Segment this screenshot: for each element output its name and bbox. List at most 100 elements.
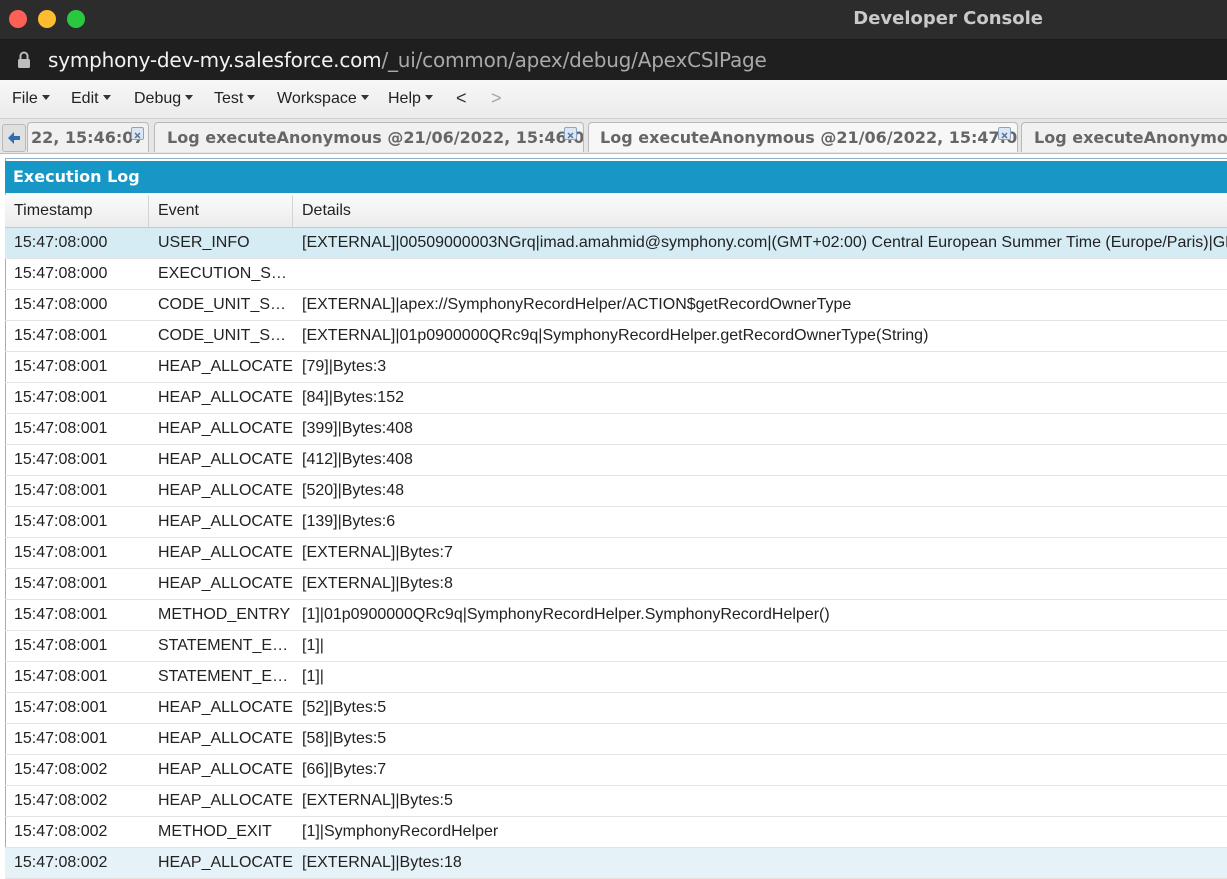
table-row[interactable]: 15:47:08:001 HEAP_ALLOCATE [EXTERNAL]|Byte… <box>5 569 1227 600</box>
menu-workspace[interactable]: Workspace <box>277 90 369 108</box>
table-row[interactable]: 15:47:08:001 HEAP_ALLOCATE [84]|Bytes:152 <box>5 383 1227 414</box>
event-cell: HEAP_ALLOCATE <box>158 358 293 375</box>
table-row[interactable]: 15:47:08:001 HEAP_ALLOCATE [399]|Bytes:408 <box>5 414 1227 445</box>
table-row[interactable]: 15:47:08:001 HEAP_ALLOCATE [520]|Bytes:48 <box>5 476 1227 507</box>
event-cell: HEAP_ALLOCATE <box>158 451 293 468</box>
column-header-timestamp[interactable]: Timestamp <box>5 195 149 227</box>
tab-close-icon[interactable] <box>564 127 577 140</box>
timestamp-cell: 15:47:08:001 <box>14 389 108 406</box>
tab-label: Log executeAnonymous @21/06/2022, 15:47:… <box>600 128 1018 147</box>
column-header-event[interactable]: Event <box>149 195 293 227</box>
table-row[interactable]: 15:47:08:002 HEAP_ALLOCATE [EXTERNAL]|Byte… <box>5 786 1227 817</box>
minimize-window-button[interactable] <box>38 10 56 28</box>
timestamp-cell: 15:47:08:002 <box>14 792 108 809</box>
event-cell: CODE_UNIT_STARTED <box>158 327 293 344</box>
caret-down-icon <box>360 95 369 100</box>
arrow-left-icon <box>8 132 20 144</box>
details-cell: [58]|Bytes:5 <box>302 730 387 747</box>
tab-close-icon[interactable] <box>131 127 144 140</box>
details-cell: [EXTERNAL]|Bytes:18 <box>302 854 462 871</box>
details-cell: [1]|SymphonyRecordHelper <box>302 823 499 840</box>
timestamp-cell: 15:47:08:001 <box>14 327 108 344</box>
details-cell: [EXTERNAL]|Bytes:5 <box>302 792 453 809</box>
timestamp-cell: 15:47:08:002 <box>14 823 108 840</box>
lock-icon <box>18 51 30 68</box>
tab-scroll-left-button[interactable] <box>2 124 26 152</box>
event-cell: HEAP_ALLOCATE <box>158 482 293 499</box>
menu-help[interactable]: Help <box>388 90 433 108</box>
menu-edit[interactable]: Edit <box>71 90 111 108</box>
close-window-button[interactable] <box>9 10 27 28</box>
table-row[interactable]: 15:47:08:002 HEAP_ALLOCATE [66]|Bytes:7 <box>5 755 1227 786</box>
table-row[interactable]: 15:47:08:001 HEAP_ALLOCATE [58]|Bytes:5 <box>5 724 1227 755</box>
event-cell: HEAP_ALLOCATE <box>158 699 293 716</box>
event-cell: METHOD_ENTRY <box>158 606 291 623</box>
menu-test[interactable]: Test <box>214 90 256 108</box>
event-cell: HEAP_ALLOCATE <box>158 389 293 406</box>
details-cell: [EXTERNAL]|01p0900000QRc9q|SymphonyRecor… <box>302 327 929 344</box>
timestamp-cell: 15:47:08:001 <box>14 575 108 592</box>
menu-file[interactable]: File <box>12 90 50 108</box>
tab-log-154708[interactable]: Log executeAnonymous @21/06/2022, 15:47:… <box>588 122 1018 152</box>
tab-log-next[interactable]: Log executeAnonymous <box>1021 122 1227 152</box>
page-url[interactable]: symphony-dev-my.salesforce.com/_ui/commo… <box>48 48 767 72</box>
event-cell: HEAP_ALLOCATE <box>158 513 293 530</box>
tab-label: Log executeAnonymous <box>1034 128 1227 147</box>
table-row[interactable]: 15:47:08:002 METHOD_EXIT [1]|SymphonyRecor… <box>5 817 1227 848</box>
details-cell: [EXTERNAL]|Bytes:8 <box>302 575 453 592</box>
details-cell: [412]|Bytes:408 <box>302 451 413 468</box>
details-cell: [1]| <box>302 668 324 685</box>
table-row[interactable]: 15:47:08:000 EXECUTION_STARTED <box>5 259 1227 290</box>
timestamp-cell: 15:47:08:001 <box>14 637 108 654</box>
event-cell: STATEMENT_EXECUTE <box>158 668 293 685</box>
tab-log-partial[interactable]: 22, 15:46:07 <box>27 122 149 152</box>
timestamp-cell: 15:47:08:001 <box>14 699 108 716</box>
table-row[interactable]: 15:47:08:001 HEAP_ALLOCATE [139]|Bytes:6 <box>5 507 1227 538</box>
table-row[interactable]: 15:47:08:001 METHOD_ENTRY [1]|01p0900000QR… <box>5 600 1227 631</box>
table-row[interactable]: 15:47:08:000 CODE_UNIT_STARTED [EXTERNAL]|… <box>5 290 1227 321</box>
event-cell: HEAP_ALLOCATE <box>158 575 293 592</box>
nav-forward-button[interactable]: > <box>491 88 502 109</box>
url-bar: symphony-dev-my.salesforce.com/_ui/commo… <box>0 40 1227 80</box>
menu-debug[interactable]: Debug <box>134 90 194 108</box>
timestamp-cell: 15:47:08:000 <box>14 234 108 251</box>
tab-label: 22, 15:46:07 <box>31 128 145 147</box>
event-cell: HEAP_ALLOCATE <box>158 854 293 871</box>
table-row[interactable]: 15:47:08:001 STATEMENT_EXECUTE [1]| <box>5 631 1227 662</box>
table-row[interactable]: 15:47:08:001 HEAP_ALLOCATE [412]|Bytes:408 <box>5 445 1227 476</box>
timestamp-cell: 15:47:08:002 <box>14 854 108 871</box>
table-row[interactable]: 15:47:08:001 HEAP_ALLOCATE [79]|Bytes:3 <box>5 352 1227 383</box>
table-row[interactable]: 15:47:08:001 HEAP_ALLOCATE [52]|Bytes:5 <box>5 693 1227 724</box>
table-row[interactable]: 15:47:08:000 USER_INFO [EXTERNAL]|00509000… <box>5 228 1227 259</box>
caret-down-icon <box>424 95 433 100</box>
menu-bar: File Edit Debug Test Workspace Help < > <box>0 80 1227 119</box>
table-row[interactable]: 15:47:08:001 HEAP_ALLOCATE [EXTERNAL]|Byte… <box>5 538 1227 569</box>
event-cell: HEAP_ALLOCATE <box>158 792 293 809</box>
timestamp-cell: 15:47:08:001 <box>14 668 108 685</box>
caret-down-icon <box>247 95 256 100</box>
timestamp-cell: 15:47:08:001 <box>14 730 108 747</box>
details-cell: [84]|Bytes:152 <box>302 389 404 406</box>
event-cell: HEAP_ALLOCATE <box>158 544 293 561</box>
table-row[interactable]: 15:47:08:001 CODE_UNIT_STARTED [EXTERNAL]|… <box>5 321 1227 352</box>
details-cell: [66]|Bytes:7 <box>302 761 387 778</box>
caret-down-icon <box>185 95 194 100</box>
tab-close-icon[interactable] <box>998 127 1011 140</box>
tab-log-154606[interactable]: Log executeAnonymous @21/06/2022, 15:46:… <box>154 122 584 152</box>
event-cell: CODE_UNIT_STARTED <box>158 296 293 313</box>
maximize-window-button[interactable] <box>67 10 85 28</box>
url-path: /_ui/common/apex/debug/ApexCSIPage <box>381 48 767 72</box>
details-cell: [52]|Bytes:5 <box>302 699 387 716</box>
panel-header: Execution Log <box>5 161 1227 193</box>
nav-back-button[interactable]: < <box>456 88 467 109</box>
event-cell: EXECUTION_STARTED <box>158 265 293 282</box>
tab-label: Log executeAnonymous @21/06/2022, 15:46:… <box>167 128 584 147</box>
table-row[interactable]: 15:47:08:002 HEAP_ALLOCATE [EXTERNAL]|Byte… <box>5 848 1227 879</box>
column-header-details[interactable]: Details <box>293 195 1227 227</box>
details-cell: [EXTERNAL]|00509000003NGrq|imad.amahmid@… <box>302 234 1227 251</box>
event-cell: STATEMENT_EXECUTE <box>158 637 293 654</box>
panel-title: Execution Log <box>13 167 140 186</box>
table-row[interactable]: 15:47:08:001 STATEMENT_EXECUTE [1]| <box>5 662 1227 693</box>
details-cell: [EXTERNAL]|Bytes:7 <box>302 544 453 561</box>
timestamp-cell: 15:47:08:001 <box>14 606 108 623</box>
